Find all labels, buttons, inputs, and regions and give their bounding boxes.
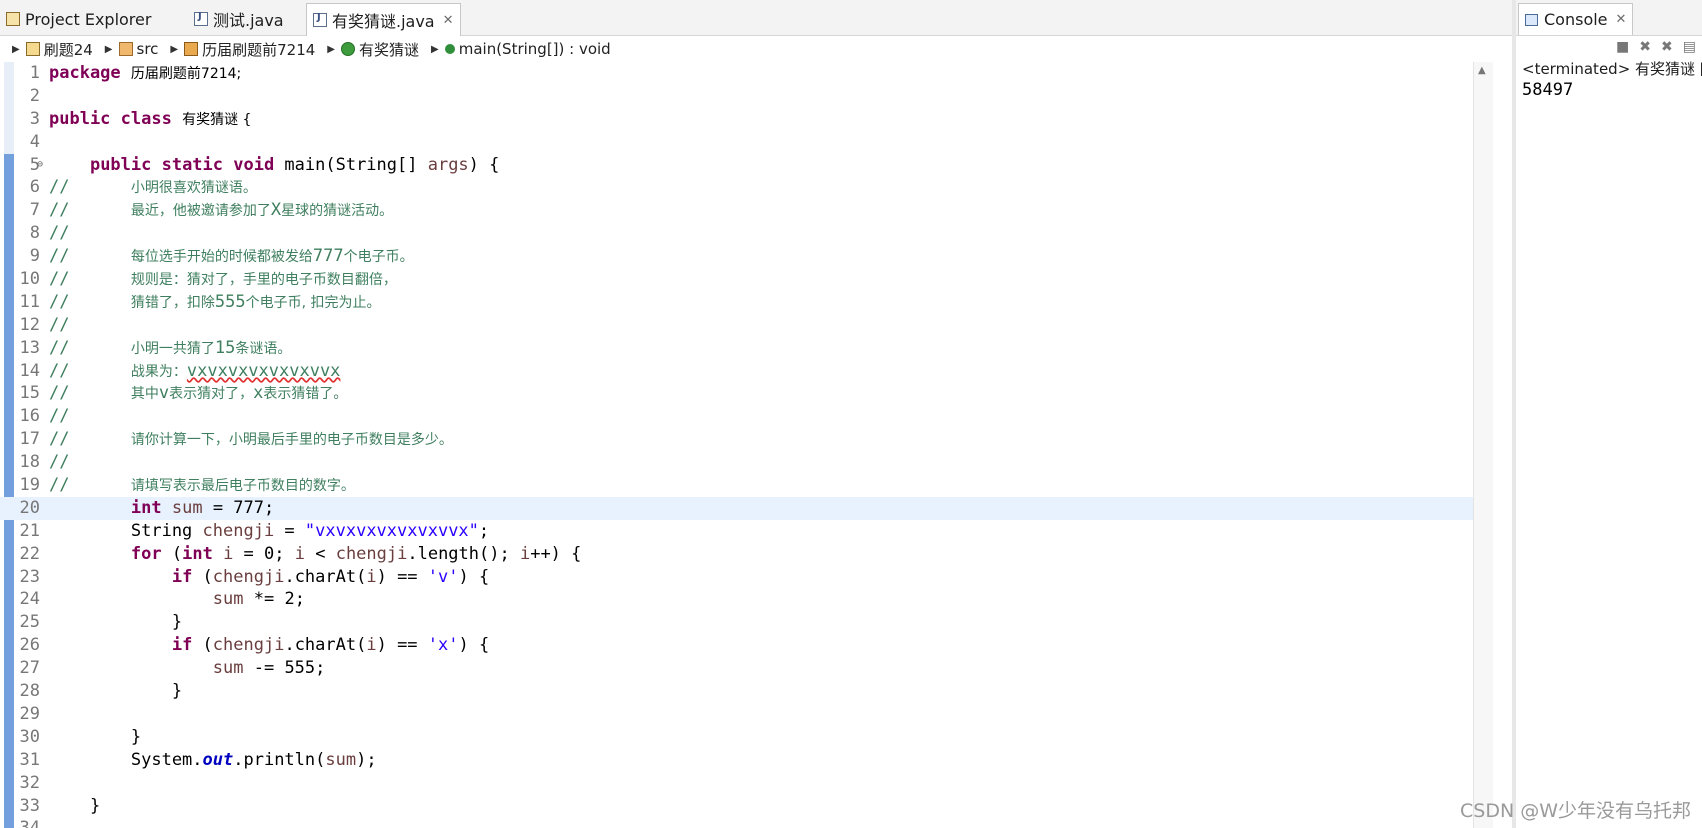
chevron-right-icon: ▶ [327, 43, 335, 55]
tab-label: 测试.java [213, 11, 284, 30]
console-tab-bar: Console ✕ [1516, 0, 1702, 36]
scroll-lock-icon[interactable]: ▤ [1683, 39, 1696, 55]
tab-project-explorer[interactable]: Project Explorer [0, 3, 157, 35]
breadcrumb-item-method[interactable]: ▶ main(String[]) : void [425, 40, 611, 58]
code-line: 29 [19, 703, 40, 724]
console-tab-overflow [1646, 3, 1702, 35]
breadcrumb-label: 历届刷题前7214 [202, 40, 316, 59]
breadcrumb-label: main(String[]) : void [458, 40, 611, 58]
console-output[interactable]: 58497 [1522, 80, 1573, 100]
breadcrumb-item-src[interactable]: ▶ src [99, 40, 159, 58]
code-editor[interactable]: 1 package 历届刷题前7214; 2 3 public class 有奖猜谜… [0, 62, 1493, 828]
breadcrumb-label: 有奖猜谜 [359, 40, 420, 59]
tab-youjiangcaimi-java[interactable]: 有奖猜谜.java ✕ [306, 3, 461, 36]
fold-toggle-icon[interactable]: ⊖ [37, 154, 43, 177]
tab-label: Console [1544, 10, 1608, 29]
class-icon [341, 42, 355, 56]
code-lines: 1 package 历届刷题前7214; 2 3 public class 有奖猜谜… [0, 62, 1474, 828]
code-line: 5 ⊖ public static void main(String[] args… [29, 154, 500, 177]
code-line: 19// 请填写表示最后电子币数目的数字。 [19, 475, 355, 496]
chevron-right-icon: ▶ [170, 43, 179, 55]
code-line: 10// 规则是：猜对了，手里的电子币数目翻倍， [19, 269, 397, 290]
code-line: 7// 最近，他被邀请参加了X星球的猜谜活动。 [29, 200, 394, 221]
code-line: 4 [29, 131, 40, 152]
code-line: 16// [19, 406, 70, 427]
project-explorer-icon [6, 12, 20, 26]
chevron-right-icon: ▶ [12, 43, 20, 55]
source-folder-icon [118, 42, 133, 56]
code-line: 15// 其中v表示猜对了，x表示猜错了。 [19, 383, 348, 404]
console-view: Console ✕ ■ ✖ ✖ ▤ <terminated> 有奖猜谜 [J 5… [1512, 0, 1702, 828]
java-file-icon [313, 12, 327, 27]
code-line: 11// 猜错了，扣除555个电子币, 扣完为止。 [19, 291, 381, 312]
editor-tab-bar: Project Explorer 测试.java 有奖猜谜.java ✕ [0, 0, 1512, 36]
code-line: 12// [19, 314, 70, 335]
code-line: 25 } [19, 612, 183, 633]
code-line: 6// 小明很喜欢猜谜语。 [29, 177, 257, 198]
code-line: 26 if (chengji.charAt(i) == 'x') { [19, 635, 490, 656]
breadcrumb-label: src [136, 40, 159, 58]
chevron-right-icon: ▶ [104, 43, 113, 55]
code-line: 28 } [19, 681, 183, 702]
tab-console[interactable]: Console ✕ [1518, 3, 1634, 35]
code-line: 24 sum *= 2; [19, 589, 305, 610]
code-line: 23 if (chengji.charAt(i) == 'v') { [19, 566, 490, 587]
code-line: 21 String chengji = "vxvxvxvxvxvxvvx"; [19, 520, 490, 541]
code-line: 34 [0, 817, 1474, 828]
console-status: <terminated> 有奖猜谜 [J [1522, 60, 1702, 78]
tab-label: 有奖猜谜.java [332, 12, 435, 31]
breadcrumb: ▶ 刷题24 ▶ src ▶ 历届刷题前7214 ▶ 有奖猜谜 ▶ main(S… [0, 36, 1512, 62]
watermark: CSDN @W少年没有乌托邦 [1460, 800, 1691, 822]
java-file-icon [194, 11, 208, 26]
close-icon[interactable]: ✕ [443, 13, 454, 28]
terminate-icon[interactable]: ■ [1616, 39, 1629, 55]
console-icon [1525, 13, 1538, 26]
code-line: 1 package 历届刷题前7214; [29, 63, 242, 83]
code-line: 9// 每位选手开始的时候都被发给777个电子币。 [29, 246, 414, 267]
code-line: 3 public class 有奖猜谜 { [29, 108, 252, 129]
remove-all-terminated-icon[interactable]: ✖ [1661, 39, 1673, 55]
method-icon [444, 44, 455, 54]
code-line: 27 sum -= 555; [19, 658, 326, 679]
editor-vertical-scrollbar[interactable]: ▲ [1473, 62, 1493, 828]
console-toolbar: ■ ✖ ✖ ▤ [1616, 36, 1696, 58]
chevron-right-icon: ▶ [431, 43, 439, 55]
code-line: 30 } [19, 726, 142, 747]
code-line: 33 } [19, 795, 101, 816]
code-line: 2 [29, 85, 40, 106]
code-line: 18// [19, 452, 70, 473]
package-icon [184, 42, 199, 56]
code-line: 13// 小明一共猜了15条谜语。 [19, 337, 292, 358]
close-icon[interactable]: ✕ [1616, 12, 1627, 27]
breadcrumb-item-project[interactable]: ▶ 刷题24 [6, 39, 93, 60]
code-line: 14// 战果为：vxvxvxvxvxvxvvx [19, 360, 341, 381]
breadcrumb-item-class[interactable]: ▶ 有奖猜谜 [321, 39, 419, 60]
project-icon [25, 42, 40, 56]
code-line: 22 for (int i = 0; i < chengji.length();… [19, 543, 582, 564]
code-line: 17// 请你计算一下，小明最后手里的电子币数目是多少。 [19, 429, 453, 450]
breadcrumb-item-package[interactable]: ▶ 历届刷题前7214 [164, 39, 315, 60]
breadcrumb-label: 刷题24 [43, 40, 93, 59]
code-line-current: 20 int sum = 777; [0, 496, 1474, 520]
remove-launch-icon[interactable]: ✖ [1639, 39, 1651, 55]
scroll-up-icon[interactable]: ▲ [1478, 65, 1486, 76]
tab-test-java[interactable]: 测试.java [188, 3, 290, 35]
code-line: 32 [19, 772, 40, 793]
code-line: 8// [29, 223, 70, 244]
code-line: 31 System.out.println(sum); [19, 749, 377, 770]
tab-label: Project Explorer [25, 9, 152, 29]
